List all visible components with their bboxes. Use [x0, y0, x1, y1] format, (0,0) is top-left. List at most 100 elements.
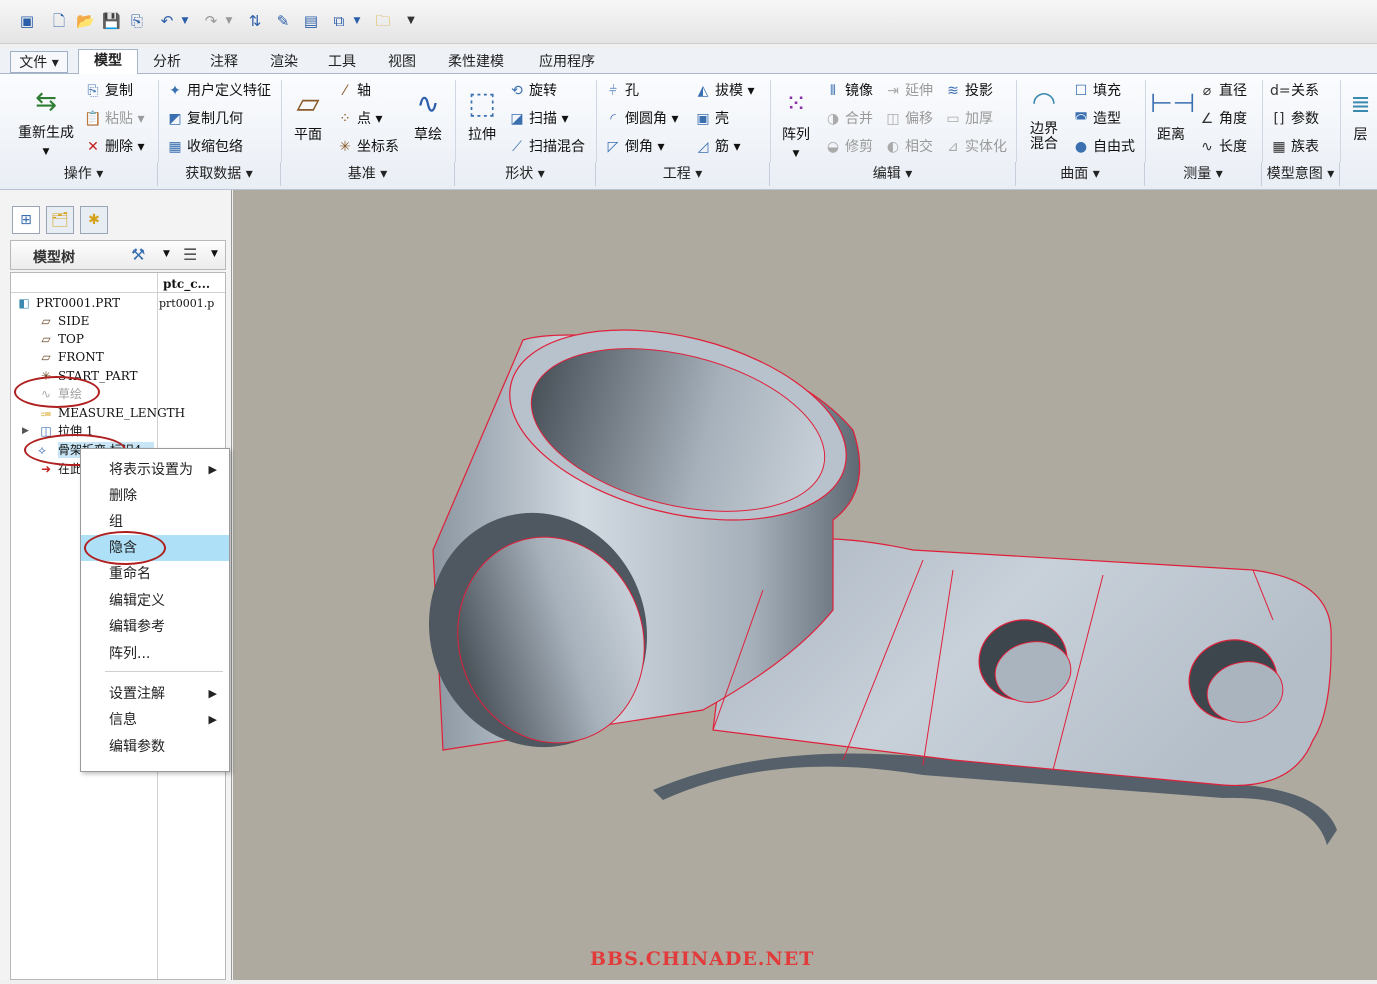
customize-toolbar-icon[interactable]: ▼ — [404, 12, 418, 30]
round-button[interactable]: ◜ 倒圆角 ▾ — [604, 110, 678, 128]
redo-dropdown-icon[interactable]: ▼ — [224, 12, 234, 30]
model-tree-tab-icon[interactable]: ⊞ — [12, 206, 40, 234]
swept-blend-button[interactable]: ⟋ 扫描混合 — [508, 138, 585, 156]
undo-icon[interactable]: ↶ — [158, 12, 176, 30]
delete-button[interactable]: ✕ 删除 ▾ — [84, 138, 144, 156]
close-window-icon[interactable]: 🗀 — [374, 12, 392, 30]
menu-item-set-representation[interactable]: 将表示设置为 ▶ — [81, 457, 229, 483]
extrude-button[interactable]: ⬚ 拉伸 — [462, 84, 502, 144]
tree-item-top[interactable]: ▱ TOP — [41, 331, 84, 347]
app-icon[interactable]: ▣ — [18, 12, 36, 30]
diameter-button[interactable]: ⌀ 直径 — [1198, 82, 1247, 100]
group-model-intent[interactable]: 模型意图 ▾ — [1262, 162, 1340, 186]
open-folder-icon[interactable]: 📂 — [76, 12, 95, 30]
copy-geometry-button[interactable]: ◩ 复制几何 — [166, 110, 243, 128]
pattern-button[interactable]: ⁙ 阵列 ▼ — [776, 84, 816, 160]
offset-button[interactable]: ◫ 偏移 — [884, 110, 933, 128]
edit-icon[interactable]: ✎ — [274, 12, 292, 30]
copy-button[interactable]: ⎘ 复制 — [84, 82, 133, 100]
angle-button[interactable]: ∠ 角度 — [1198, 110, 1247, 128]
solidify-button[interactable]: ⊿ 实体化 — [944, 138, 1007, 156]
intersect-button[interactable]: ◐ 相交 — [884, 138, 933, 156]
save-copy-icon[interactable]: ⎘ — [128, 12, 146, 30]
menu-item-group[interactable]: 组 — [81, 509, 229, 535]
axis-button[interactable]: ⁄ 轴 — [336, 82, 371, 100]
layer-button[interactable]: ≣ 层 — [1344, 84, 1377, 144]
freestyle-button[interactable]: ● 自由式 — [1072, 138, 1135, 156]
menu-item-annotations[interactable]: 设置注解 ▶ — [81, 681, 229, 707]
merge-button[interactable]: ◑ 合并 — [824, 110, 873, 128]
extend-button[interactable]: ⇥ 延伸 — [884, 82, 933, 100]
revolve-button[interactable]: ⟲ 旋转 — [508, 82, 557, 100]
regenerate-icon[interactable]: ⇅ — [246, 12, 264, 30]
settings-icon[interactable]: ⚒ — [131, 245, 145, 264]
expand-icon[interactable]: ▶ — [22, 423, 29, 439]
tab-model[interactable]: 模型 — [78, 49, 138, 75]
paste-button[interactable]: 📋 粘贴 ▾ — [84, 110, 144, 128]
sketch-button[interactable]: ∿ 草绘 — [406, 84, 450, 144]
save-icon[interactable]: 💾 — [102, 12, 121, 30]
tab-flexible-modeling[interactable]: 柔性建模 — [436, 51, 516, 73]
window-icon[interactable]: ▤ — [302, 12, 320, 30]
settings-dropdown-icon[interactable]: ▼ — [163, 249, 170, 259]
new-file-icon[interactable]: 🗋 — [50, 12, 68, 30]
windows-icon[interactable]: ⧉ — [330, 12, 348, 30]
thicken-button[interactable]: ▭ 加厚 — [944, 110, 993, 128]
fill-button[interactable]: ☐ 填充 — [1072, 82, 1121, 100]
sweep-button[interactable]: ◪ 扫描 ▾ — [508, 110, 568, 128]
draft-button[interactable]: ◭ 拔模 ▾ — [694, 82, 755, 100]
tree-item-measure-length[interactable]: ⩴ MEASURE_LENGTH — [41, 405, 185, 421]
csys-button[interactable]: ✳ 坐标系 — [336, 138, 399, 156]
tab-view[interactable]: 视图 — [376, 51, 428, 73]
column-header-ptc[interactable]: ptc_c... — [163, 277, 210, 291]
graphics-viewport[interactable] — [233, 190, 1377, 980]
group-get-data[interactable]: 获取数据 ▾ — [158, 162, 281, 186]
group-operations[interactable]: 操作 ▾ — [10, 162, 158, 186]
tab-file[interactable]: 文件 ▾ — [10, 51, 68, 73]
tab-analysis[interactable]: 分析 — [142, 51, 192, 73]
group-datum[interactable]: 基准 ▾ — [281, 162, 455, 186]
mirror-button[interactable]: ⫴ 镜像 — [824, 82, 873, 100]
group-editing[interactable]: 编辑 ▾ — [770, 162, 1016, 186]
tree-item-part[interactable]: ◧ PRT0001.PRT — [18, 295, 120, 311]
menu-item-edit-references[interactable]: 编辑参考 — [81, 614, 229, 640]
hole-button[interactable]: ⫩ 孔 — [604, 82, 639, 100]
group-engineering[interactable]: 工程 ▾ — [596, 162, 770, 186]
redo-icon[interactable]: ↷ — [202, 12, 220, 30]
trim-button[interactable]: ◒ 修剪 — [824, 138, 873, 156]
group-surfaces[interactable]: 曲面 ▾ — [1016, 162, 1145, 186]
plane-button[interactable]: ▱ 平面 — [286, 84, 330, 144]
tab-tools[interactable]: 工具 — [316, 51, 368, 73]
show-icon[interactable]: ☰ — [183, 245, 197, 264]
undo-dropdown-icon[interactable]: ▼ — [180, 12, 190, 30]
group-shapes[interactable]: 形状 ▾ — [455, 162, 596, 186]
parameters-button[interactable]: [] 参数 — [1270, 110, 1319, 128]
udf-button[interactable]: ✦ 用户定义特征 — [166, 82, 271, 100]
favorites-tab-icon[interactable]: ✱ — [80, 206, 108, 234]
menu-item-delete[interactable]: 删除 — [81, 483, 229, 509]
tab-annotate[interactable]: 注释 — [198, 51, 250, 73]
menu-item-rename[interactable]: 重命名 — [81, 561, 229, 587]
length-button[interactable]: ∿ 长度 — [1198, 138, 1247, 156]
point-button[interactable]: ⁘ 点 ▾ — [336, 110, 382, 128]
distance-button[interactable]: ⊢⊣ 距离 — [1150, 84, 1195, 144]
tree-item-side[interactable]: ▱ SIDE — [41, 313, 89, 329]
shrinkwrap-button[interactable]: ▦ 收缩包络 — [166, 138, 243, 156]
folder-browser-tab-icon[interactable]: 🗂 — [46, 206, 74, 234]
shell-button[interactable]: ▣ 壳 — [694, 110, 729, 128]
style-button[interactable]: ◚ 造型 — [1072, 110, 1121, 128]
menu-item-info[interactable]: 信息 ▶ — [81, 707, 229, 733]
rib-button[interactable]: ◿ 筋 ▾ — [694, 138, 741, 156]
menu-item-edit-definition[interactable]: 编辑定义 — [81, 588, 229, 614]
tab-applications[interactable]: 应用程序 — [524, 51, 610, 73]
menu-item-pattern[interactable]: 阵列... — [81, 641, 229, 667]
family-table-button[interactable]: ▦ 族表 — [1270, 138, 1319, 156]
relations-button[interactable]: d=关系 — [1270, 82, 1319, 100]
tab-render[interactable]: 渲染 — [258, 51, 310, 73]
boundary-blend-button[interactable]: ◠ 边界 混合 — [1022, 82, 1066, 152]
regenerate-button[interactable]: ⇆ 重新生成 ▼ — [14, 82, 78, 158]
show-dropdown-icon[interactable]: ▼ — [211, 249, 218, 259]
chamfer-button[interactable]: ◸ 倒角 ▾ — [604, 138, 665, 156]
project-button[interactable]: ≋ 投影 — [944, 82, 993, 100]
tree-item-front[interactable]: ▱ FRONT — [41, 349, 103, 365]
